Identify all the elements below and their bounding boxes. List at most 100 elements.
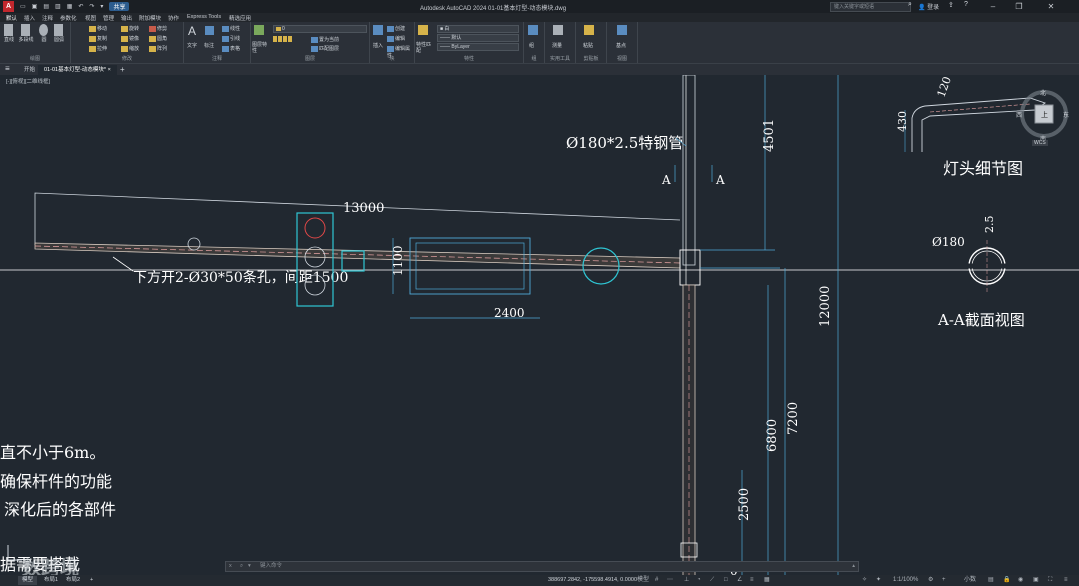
- help-icon[interactable]: ?: [964, 1, 968, 8]
- tab-current-document[interactable]: 01-01基本灯型-动态模块* ×: [38, 65, 117, 75]
- measure-button[interactable]: [553, 25, 564, 35]
- tab-view[interactable]: 视图: [85, 14, 96, 22]
- arc-button[interactable]: 圆弧: [53, 24, 65, 43]
- trim-button[interactable]: 修剪: [149, 25, 167, 32]
- insert-block-button[interactable]: [373, 25, 384, 35]
- tab-featured-apps[interactable]: 精选应用: [229, 14, 251, 22]
- tab-collaborate[interactable]: 协作: [168, 14, 179, 22]
- base-view-button[interactable]: [617, 25, 628, 35]
- tab-manage[interactable]: 管理: [103, 14, 114, 22]
- cmd-close-icon[interactable]: x: [229, 562, 232, 571]
- viewcube-east[interactable]: 东: [1063, 110, 1069, 119]
- tab-addins[interactable]: 附加模块: [139, 14, 161, 22]
- clean-screen-icon[interactable]: ⛶: [1048, 576, 1052, 585]
- viewcube-top[interactable]: 上: [1041, 110, 1048, 120]
- model-space-button[interactable]: 模型: [637, 576, 649, 585]
- annotation-visibility-icon[interactable]: ✧: [862, 576, 867, 585]
- ortho-icon[interactable]: ⊥: [684, 576, 689, 585]
- autocad-logo-icon[interactable]: A: [3, 1, 14, 12]
- polar-icon[interactable]: ◔: [697, 576, 701, 585]
- create-block-button[interactable]: 创建: [387, 25, 405, 32]
- fillet-button[interactable]: 圆角: [149, 35, 167, 42]
- group-button[interactable]: [528, 25, 539, 35]
- workspace-icon[interactable]: ⚙: [928, 576, 933, 585]
- autoscale-icon[interactable]: ✦: [876, 576, 881, 585]
- model-tab[interactable]: 模型: [18, 576, 38, 585]
- cmd-recent-icon[interactable]: ▾: [248, 562, 251, 571]
- close-button[interactable]: ✕: [1040, 0, 1062, 13]
- command-input[interactable]: 键入命令: [260, 562, 282, 571]
- new-tab-button[interactable]: +: [114, 65, 131, 75]
- osnap-icon[interactable]: □: [724, 576, 728, 585]
- wcs-menu[interactable]: WCS: [1032, 140, 1048, 146]
- snap-icon[interactable]: ⋯: [667, 576, 673, 585]
- tab-close-icon[interactable]: ×: [108, 67, 111, 73]
- saveas-icon[interactable]: ▥: [55, 3, 61, 10]
- mirror-button[interactable]: 镜像: [121, 35, 139, 42]
- open-icon[interactable]: ▣: [32, 3, 38, 10]
- copy-button[interactable]: 复制: [89, 35, 107, 42]
- command-line[interactable]: x ⌕ ▾ 键入命令 ▴: [225, 561, 859, 572]
- layout1-tab[interactable]: 布局1: [40, 576, 62, 585]
- edit-block-button[interactable]: 编辑: [387, 35, 405, 42]
- dropdown-icon[interactable]: ▾: [100, 3, 103, 10]
- search-icon[interactable]: ⌕: [908, 1, 912, 9]
- isodraft-icon[interactable]: ⟋: [710, 576, 714, 585]
- match-layer-button[interactable]: 匹配图层: [311, 45, 339, 52]
- undo-icon[interactable]: ↶: [78, 3, 83, 10]
- save-icon[interactable]: ▤: [43, 3, 49, 10]
- text-button[interactable]: A: [188, 24, 196, 38]
- menu-icon[interactable]: ≡: [5, 64, 10, 73]
- move-button[interactable]: 移动: [89, 25, 107, 32]
- viewcube-west[interactable]: 西: [1016, 110, 1022, 119]
- drawing-canvas[interactable]: 13000 下方开2-Ø30*50条孔，间距1500 1100 2400 Ø18…: [0, 75, 1079, 586]
- isolate-icon[interactable]: ◉: [1018, 576, 1023, 585]
- circle-button[interactable]: 圆: [38, 24, 50, 43]
- cmd-scroll-icon[interactable]: ▴: [852, 562, 855, 571]
- viewcube-north[interactable]: 北: [1040, 88, 1046, 97]
- polyline-button[interactable]: 多段线: [18, 24, 34, 43]
- layer-tools-icon[interactable]: [273, 36, 293, 42]
- leader-button[interactable]: 引线: [222, 35, 240, 42]
- plus-icon[interactable]: +: [942, 576, 946, 585]
- layer-dropdown[interactable]: 0: [273, 25, 367, 33]
- new-icon[interactable]: ▭: [20, 3, 26, 10]
- lineweight-dropdown[interactable]: —— ByLayer: [437, 43, 519, 51]
- add-layout-button[interactable]: +: [86, 576, 97, 585]
- paste-button[interactable]: [584, 25, 595, 35]
- color-dropdown[interactable]: ■ 白: [437, 25, 519, 33]
- share-button[interactable]: 共享: [109, 2, 130, 11]
- cmd-search-icon[interactable]: ⌕: [240, 562, 243, 571]
- tab-annotate[interactable]: 注释: [42, 14, 53, 22]
- layer-properties-button[interactable]: [254, 25, 265, 35]
- tab-insert[interactable]: 插入: [24, 14, 35, 22]
- lineweight-icon[interactable]: ≡: [750, 576, 754, 585]
- rotate-button[interactable]: 旋转: [121, 25, 139, 32]
- redo-icon[interactable]: ↷: [89, 3, 94, 10]
- tab-parametric[interactable]: 参数化: [60, 14, 77, 22]
- tab-express-tools[interactable]: Express Tools: [187, 14, 221, 20]
- quick-properties-icon[interactable]: ▤: [988, 576, 994, 585]
- transparency-icon[interactable]: ▦: [764, 576, 770, 585]
- otrack-icon[interactable]: ∠: [737, 576, 742, 585]
- scale-button[interactable]: 缩放: [121, 45, 139, 52]
- viewcube[interactable]: 北 南 西 东 上 WCS: [1016, 88, 1069, 148]
- set-current-button[interactable]: 置为当前: [311, 36, 339, 43]
- linear-button[interactable]: 线性: [222, 25, 240, 32]
- array-button[interactable]: 阵列: [149, 45, 167, 52]
- minimize-button[interactable]: –: [982, 0, 1004, 13]
- lock-ui-icon[interactable]: 🔒: [1003, 576, 1010, 585]
- grid-icon[interactable]: #: [655, 576, 658, 585]
- customize-icon[interactable]: ≡: [1064, 576, 1068, 585]
- cart-icon[interactable]: ⇪: [948, 1, 954, 9]
- stretch-button[interactable]: 拉伸: [89, 45, 107, 52]
- hardware-acceleration-icon[interactable]: ▣: [1033, 576, 1039, 585]
- table-button[interactable]: 表格: [222, 45, 240, 52]
- dimension-button[interactable]: [205, 26, 215, 35]
- print-icon[interactable]: ▦: [67, 3, 73, 10]
- line-button[interactable]: 直线: [3, 24, 15, 43]
- match-properties-button[interactable]: [418, 25, 429, 35]
- search-input[interactable]: 键入关键字或短语: [830, 2, 911, 12]
- annotation-scale-dropdown[interactable]: 1:1/100%: [893, 576, 918, 585]
- login-button[interactable]: 👤 登录: [918, 2, 939, 11]
